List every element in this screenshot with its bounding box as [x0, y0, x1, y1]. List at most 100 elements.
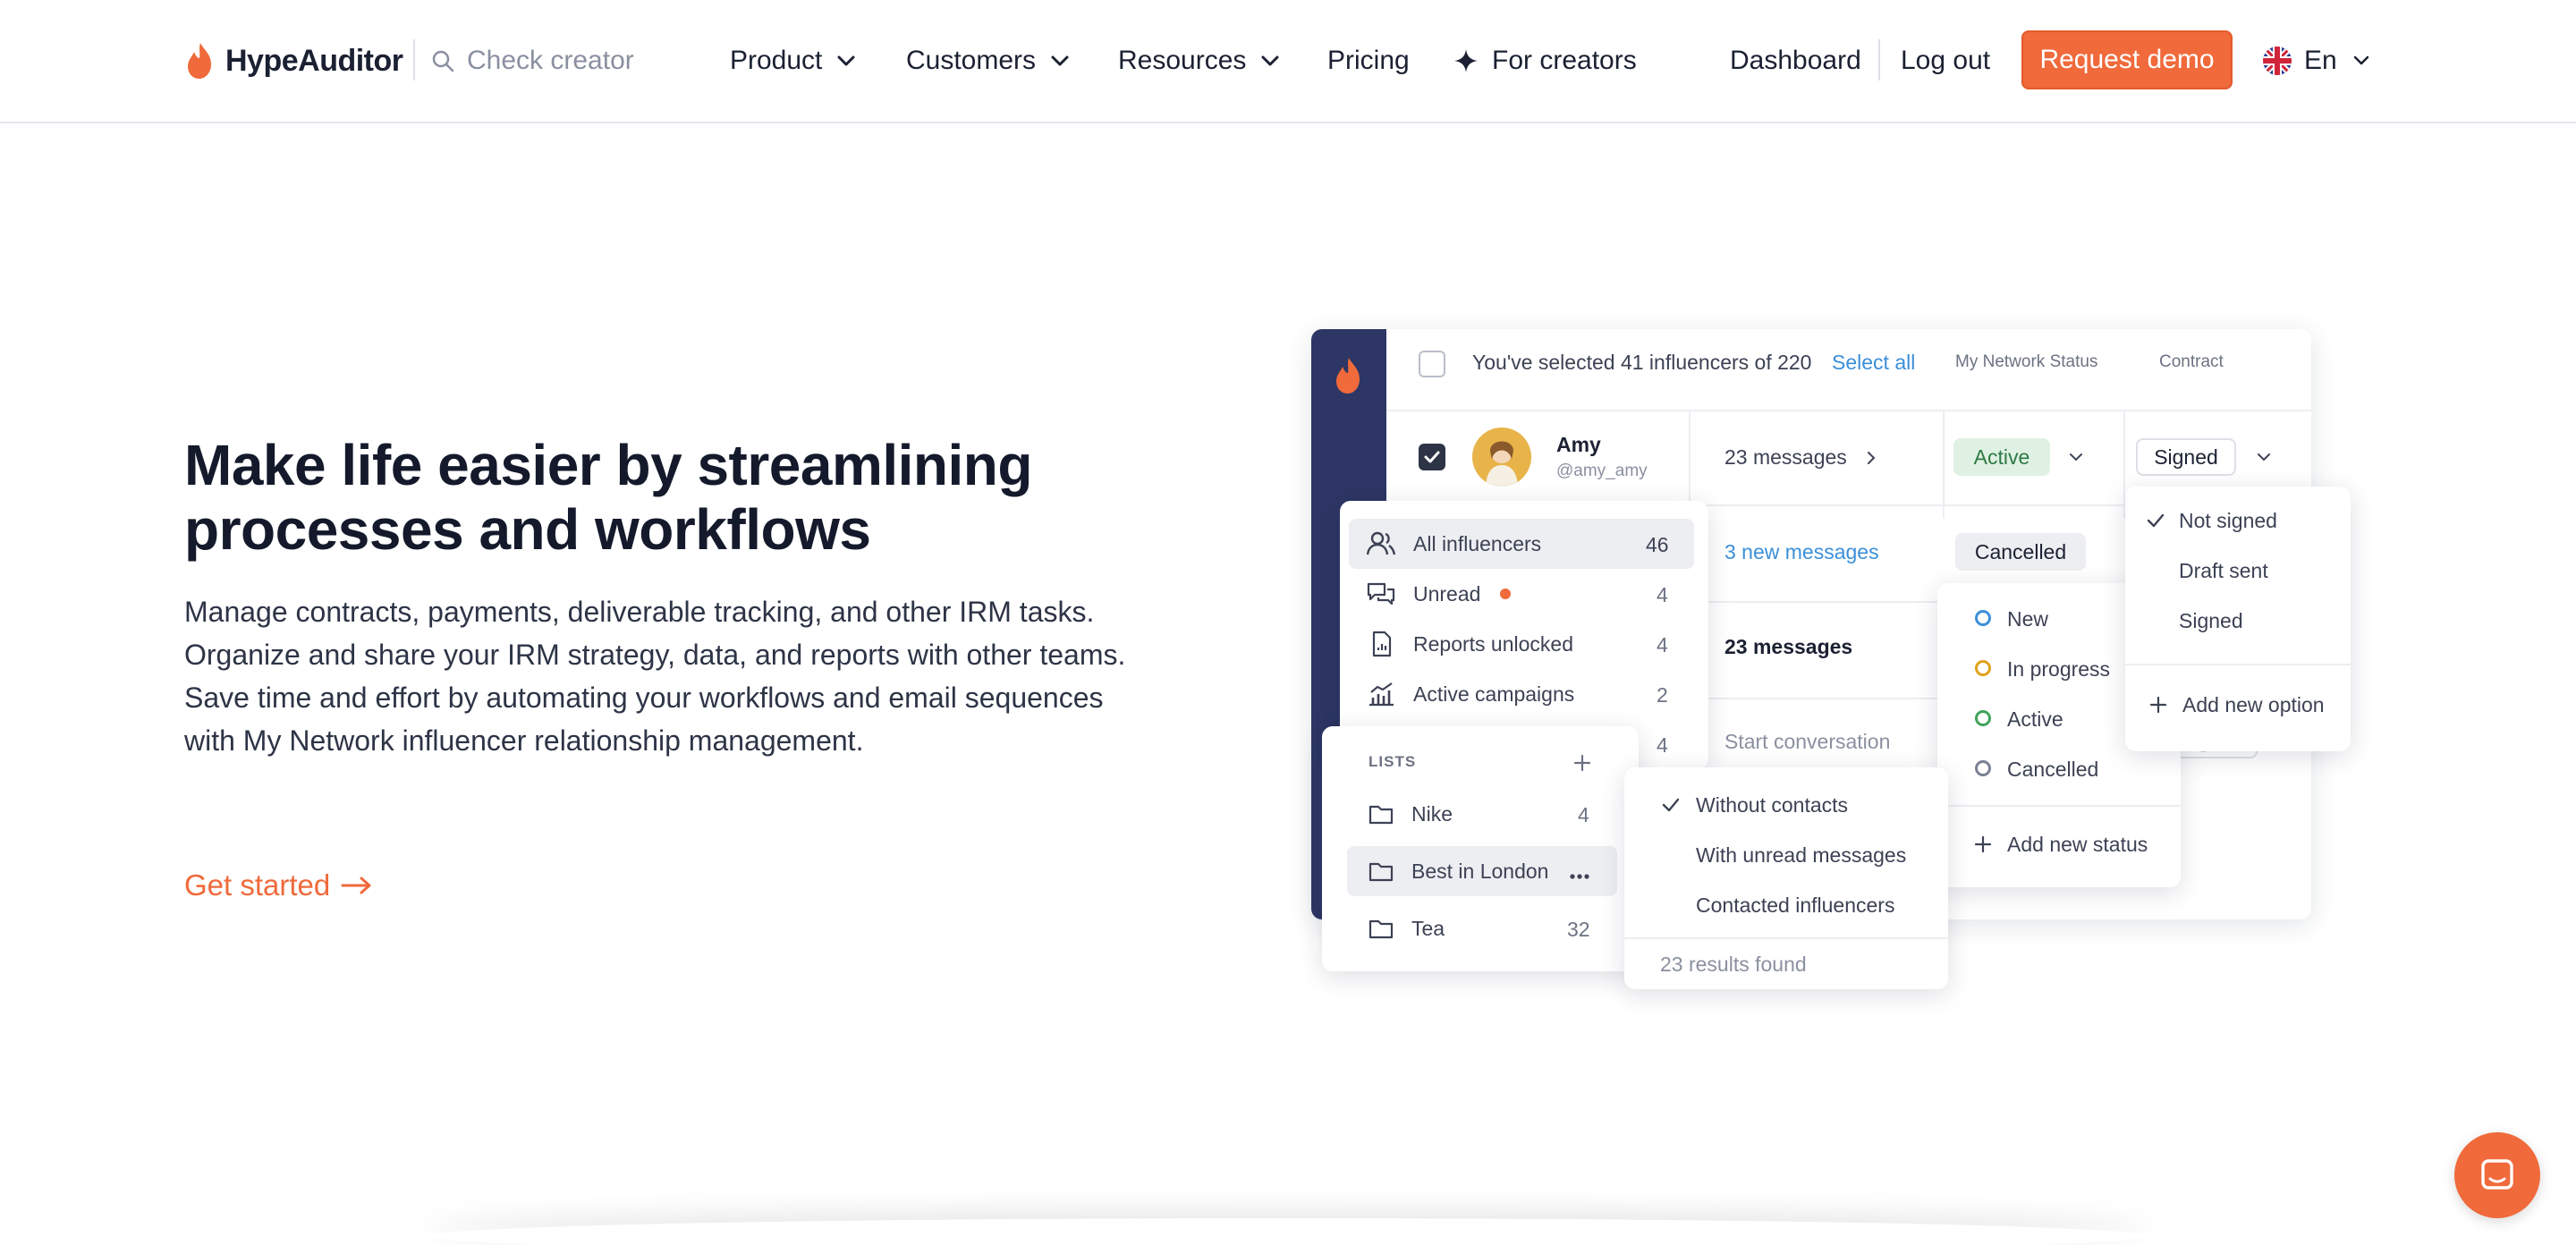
contact-filter-dropdown: Without contacts With unread messages Co…	[1624, 767, 1948, 989]
divider	[1624, 937, 1948, 939]
select-all-link[interactable]: Select all	[1832, 351, 1915, 375]
filter-count: 46	[1646, 533, 1669, 556]
messages-link[interactable]: 23 messages	[1724, 445, 1847, 470]
divider	[1937, 805, 2181, 807]
arrow-right-icon	[341, 877, 371, 894]
filter-active-campaigns[interactable]: Active campaigns	[1367, 674, 1574, 714]
logout-link[interactable]: Log out	[1901, 39, 1990, 82]
list-item-tea[interactable]: Tea	[1368, 909, 1445, 948]
chevron-down-icon	[837, 55, 855, 66]
users-icon	[1367, 531, 1395, 555]
list-item-best-in-london[interactable]: Best in London	[1368, 851, 1548, 891]
contract-dropdown: Not signed Draft sent Signed Add new opt…	[2125, 487, 2351, 751]
flame-logo-icon	[1336, 358, 1360, 394]
contract-option-draft-sent[interactable]: Draft sent	[2179, 551, 2268, 590]
selection-summary: You've selected 41 influencers of 220	[1472, 351, 1812, 374]
status-option-in-progress[interactable]: In progress	[2007, 649, 2110, 689]
chevron-down-icon	[2070, 453, 2082, 462]
status-option-cancelled[interactable]: Cancelled	[2007, 750, 2098, 789]
divider	[1943, 411, 1945, 519]
chat-icon	[1367, 582, 1395, 606]
column-network-status: My Network Status	[1955, 352, 2098, 371]
start-conversation-link[interactable]: Start conversation	[1724, 730, 1890, 754]
filter-count: 2	[1657, 683, 1668, 707]
list-label: Nike	[1411, 801, 1453, 826]
creator-search[interactable]: Check creator	[431, 39, 634, 82]
status-badge-cancelled[interactable]: Cancelled	[1955, 533, 2086, 571]
contact-filter-contacted[interactable]: Contacted influencers	[1696, 885, 1894, 925]
contract-option-signed[interactable]: Signed	[2179, 601, 2243, 640]
top-navigation: HypeAuditor Check creator Product Custom…	[0, 0, 2576, 123]
chevron-down-icon	[2353, 55, 2368, 65]
nav-divider	[1878, 39, 1880, 80]
filter-label: Unread	[1413, 581, 1481, 606]
get-started-link[interactable]: Get started	[184, 864, 373, 907]
avatar	[1472, 428, 1531, 487]
contact-filter-without-contacts[interactable]: Without contacts	[1696, 785, 1848, 825]
filter-label: Active campaigns	[1413, 682, 1575, 706]
plus-icon	[2149, 696, 2167, 714]
add-option-label: Add new option	[2182, 692, 2325, 716]
list-label: Tea	[1411, 916, 1445, 940]
add-new-option-button[interactable]: Add new option	[2148, 685, 2325, 724]
request-demo-button[interactable]: Request demo	[2021, 30, 2233, 89]
list-label: Best in London	[1411, 859, 1549, 883]
nav-pricing[interactable]: Pricing	[1327, 39, 1410, 82]
divider	[1386, 410, 2311, 411]
new-messages-link[interactable]: 3 new messages	[1724, 540, 1879, 564]
hero-title: Make life easier by streamlining process…	[184, 433, 1032, 562]
nav-resources-label: Resources	[1118, 46, 1247, 75]
filter-unread[interactable]: Unread	[1367, 574, 1512, 614]
filter-count: 4	[1657, 733, 1668, 757]
row-checkbox[interactable]	[1419, 444, 1445, 470]
lists-panel: LISTS Nike 4 Best in London Tea 32	[1322, 726, 1639, 971]
nav-divider	[413, 39, 415, 80]
chat-bubble-icon	[2481, 1159, 2513, 1190]
add-new-status-button[interactable]: Add new status	[1973, 825, 2148, 864]
filter-count: 4	[1657, 583, 1668, 606]
language-selector[interactable]: En	[2263, 39, 2373, 82]
status-option-new[interactable]: New	[2007, 599, 2048, 639]
chevron-right-icon	[1868, 452, 1876, 464]
contact-filter-unread-messages[interactable]: With unread messages	[1696, 835, 1906, 875]
chevron-down-icon	[2258, 453, 2270, 462]
status-option-active[interactable]: Active	[2007, 699, 2063, 739]
nav-customers[interactable]: Customers	[906, 39, 1072, 82]
dashboard-label: Dashboard	[1730, 46, 1861, 75]
search-placeholder: Check creator	[467, 46, 634, 75]
nav-for-creators-label: For creators	[1492, 46, 1637, 75]
chevron-down-icon	[1051, 55, 1069, 66]
contract-option-not-signed[interactable]: Not signed	[2179, 501, 2277, 540]
lists-heading: LISTS	[1368, 753, 1417, 770]
filter-reports-unlocked[interactable]: Reports unlocked	[1367, 624, 1573, 664]
plus-icon	[1974, 835, 1992, 853]
logo-text: HypeAuditor	[225, 43, 403, 78]
filter-all-influencers[interactable]: All influencers	[1367, 524, 1541, 563]
messages-link[interactable]: 23 messages	[1724, 635, 1852, 659]
contract-badge-signed[interactable]: Signed	[2136, 438, 2236, 476]
list-item-nike[interactable]: Nike	[1368, 794, 1453, 834]
live-chat-button[interactable]	[2454, 1132, 2540, 1218]
status-badge-active[interactable]: Active	[1953, 438, 2050, 476]
logo[interactable]: HypeAuditor	[184, 39, 403, 82]
nav-product-label: Product	[730, 46, 823, 75]
divider	[2125, 664, 2351, 665]
get-started-label: Get started	[184, 868, 331, 902]
select-all-checkbox[interactable]	[1419, 351, 1445, 377]
language-label: En	[2304, 46, 2337, 75]
list-count: 4	[1578, 803, 1589, 826]
influencer-handle: @amy_amy	[1556, 462, 1648, 480]
hero-description: Manage contracts, payments, deliverable …	[184, 596, 1126, 757]
nav-for-creators[interactable]: For creators	[1453, 39, 1637, 82]
plus-icon[interactable]	[1572, 753, 1592, 773]
status-dot-icon	[1975, 660, 1991, 676]
nav-product[interactable]: Product	[730, 39, 858, 82]
status-dot-icon	[1975, 710, 1991, 726]
nav-resources[interactable]: Resources	[1118, 39, 1282, 82]
nav-customers-label: Customers	[906, 46, 1037, 75]
sparkle-icon	[1454, 49, 1478, 72]
dashboard-link[interactable]: Dashboard	[1730, 39, 1861, 82]
influencer-name: Amy	[1556, 433, 1601, 456]
more-options-icon[interactable]	[1567, 864, 1592, 889]
search-icon	[432, 50, 454, 72]
